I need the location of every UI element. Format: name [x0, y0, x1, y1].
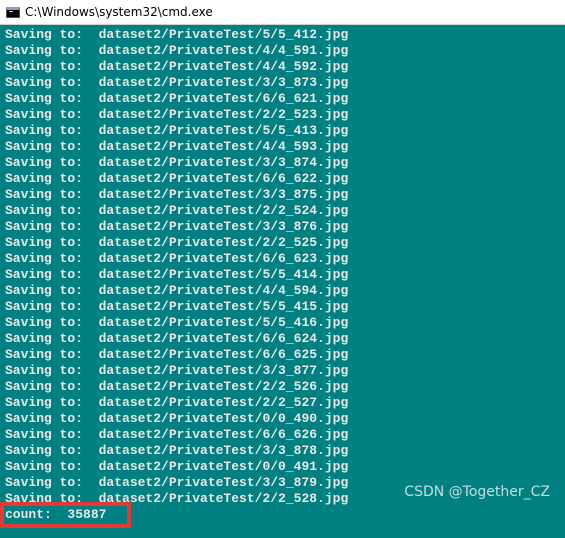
highlight-box: [0, 502, 131, 528]
console-line: Saving to: dataset2/PrivateTest/6/6_624.…: [5, 331, 349, 346]
console-line: Saving to: dataset2/PrivateTest/0/0_491.…: [5, 459, 349, 474]
console-line: Saving to: dataset2/PrivateTest/3/3_876.…: [5, 219, 349, 234]
console-line: Saving to: dataset2/PrivateTest/5/5_415.…: [5, 299, 349, 314]
cmd-window: C:\Windows\system32\cmd.exe Saving to: d…: [0, 0, 565, 538]
console-line: Saving to: dataset2/PrivateTest/5/5_412.…: [5, 27, 349, 42]
title-bar[interactable]: C:\Windows\system32\cmd.exe: [0, 0, 565, 25]
console-line: Saving to: dataset2/PrivateTest/6/6_623.…: [5, 251, 349, 266]
console-line: Saving to: dataset2/PrivateTest/3/3_875.…: [5, 187, 349, 202]
console-line: Saving to: dataset2/PrivateTest/3/3_879.…: [5, 475, 349, 490]
console-line: Saving to: dataset2/PrivateTest/2/2_527.…: [5, 395, 349, 410]
window-title: C:\Windows\system32\cmd.exe: [25, 5, 213, 19]
console-output[interactable]: Saving to: dataset2/PrivateTest/5/5_412.…: [0, 25, 565, 538]
watermark: CSDN @Together_CZ: [404, 484, 550, 500]
console-line: Saving to: dataset2/PrivateTest/5/5_416.…: [5, 315, 349, 330]
console-line: Saving to: dataset2/PrivateTest/4/4_593.…: [5, 139, 349, 154]
console-line: Saving to: dataset2/PrivateTest/2/2_524.…: [5, 203, 349, 218]
cmd-icon: [6, 6, 20, 18]
console-line: Saving to: dataset2/PrivateTest/5/5_414.…: [5, 267, 349, 282]
console-line: Saving to: dataset2/PrivateTest/3/3_878.…: [5, 443, 349, 458]
console-line: Saving to: dataset2/PrivateTest/6/6_622.…: [5, 171, 349, 186]
console-line: Saving to: dataset2/PrivateTest/2/2_523.…: [5, 107, 349, 122]
console-line: Saving to: dataset2/PrivateTest/6/6_621.…: [5, 91, 349, 106]
console-line: Saving to: dataset2/PrivateTest/4/4_592.…: [5, 59, 349, 74]
console-line: Saving to: dataset2/PrivateTest/2/2_525.…: [5, 235, 349, 250]
console-line: Saving to: dataset2/PrivateTest/0/0_490.…: [5, 411, 349, 426]
console-line: Saving to: dataset2/PrivateTest/5/5_413.…: [5, 123, 349, 138]
console-line: Saving to: dataset2/PrivateTest/3/3_874.…: [5, 155, 349, 170]
console-line: Saving to: dataset2/PrivateTest/4/4_591.…: [5, 43, 349, 58]
console-line: Saving to: dataset2/PrivateTest/2/2_526.…: [5, 379, 349, 394]
console-line: Saving to: dataset2/PrivateTest/6/6_625.…: [5, 347, 349, 362]
console-line: Saving to: dataset2/PrivateTest/3/3_873.…: [5, 75, 349, 90]
console-line: Saving to: dataset2/PrivateTest/3/3_877.…: [5, 363, 349, 378]
console-line: Saving to: dataset2/PrivateTest/4/4_594.…: [5, 283, 349, 298]
console-line: Saving to: dataset2/PrivateTest/6/6_626.…: [5, 427, 349, 442]
